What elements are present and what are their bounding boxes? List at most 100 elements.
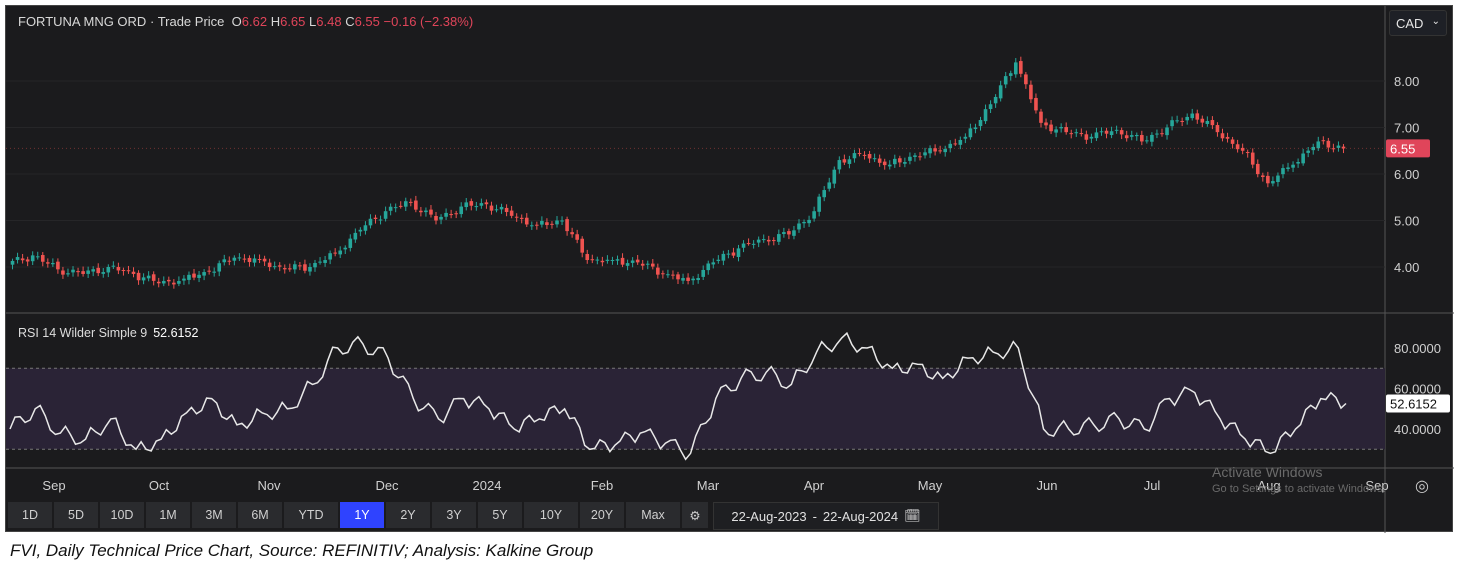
date-range-picker[interactable]: 22-Aug-2023 - 22-Aug-2024 🗓 bbox=[713, 502, 939, 530]
candle-up bbox=[751, 243, 756, 245]
candle-up bbox=[272, 266, 277, 268]
candle-down bbox=[550, 223, 554, 225]
candle-down bbox=[40, 255, 45, 262]
candle-down bbox=[1064, 127, 1068, 133]
range-button-ytd[interactable]: YTD bbox=[284, 502, 338, 528]
candle-up bbox=[353, 232, 358, 240]
candle-down bbox=[882, 161, 887, 166]
last-price-label: 6.55 bbox=[1390, 141, 1415, 156]
calendar-icon[interactable]: 🗓 bbox=[904, 508, 921, 524]
candle-up bbox=[1134, 134, 1139, 137]
close-value: 6.55 bbox=[354, 14, 380, 29]
candle-up bbox=[701, 269, 706, 277]
candle-down bbox=[46, 262, 50, 264]
price-tick: 6.00 bbox=[1394, 167, 1419, 182]
candle-down bbox=[121, 270, 126, 272]
candle-up bbox=[328, 253, 332, 260]
candle-up bbox=[1286, 167, 1290, 169]
candle-down bbox=[580, 238, 585, 253]
candle-down bbox=[1225, 136, 1230, 139]
time-tick: Apr bbox=[804, 478, 825, 493]
range-button-1d[interactable]: 1D bbox=[8, 502, 52, 528]
candle-up bbox=[802, 221, 806, 224]
candle-up bbox=[1281, 168, 1285, 175]
candle-down bbox=[1069, 133, 1074, 135]
high-label: H bbox=[270, 14, 281, 29]
rsi-tick: 40.0000 bbox=[1394, 422, 1441, 437]
candle-down bbox=[509, 210, 514, 216]
candle-down bbox=[1119, 130, 1124, 135]
candle-up bbox=[827, 182, 832, 189]
candle-up bbox=[529, 225, 534, 227]
candle-down bbox=[267, 262, 272, 268]
candle-down bbox=[545, 222, 549, 226]
candle-up bbox=[756, 239, 761, 243]
candle-up bbox=[197, 274, 201, 278]
separator: · bbox=[149, 14, 155, 29]
candle-up bbox=[1336, 145, 1341, 148]
candle-down bbox=[131, 271, 136, 274]
candle-up bbox=[711, 262, 716, 265]
candle-down bbox=[172, 282, 176, 285]
candle-down bbox=[590, 259, 595, 261]
candle-up bbox=[691, 278, 695, 281]
candle-up bbox=[222, 259, 227, 263]
candle-down bbox=[953, 143, 958, 145]
settings-gear-icon[interactable]: ⚙ bbox=[682, 502, 708, 528]
range-button-20y[interactable]: 20Y bbox=[580, 502, 624, 528]
candle-up bbox=[363, 225, 368, 231]
range-buttons: 1D 5D 10D 1M 3M 6M YTD 1Y 2Y 3Y 5Y 10Y 20Y Max ⚙ bbox=[8, 502, 708, 528]
candle-up bbox=[797, 223, 801, 230]
range-button-2y[interactable]: 2Y bbox=[386, 502, 430, 528]
candle-up bbox=[464, 202, 469, 208]
candle-up bbox=[923, 152, 927, 156]
candle-down bbox=[1230, 139, 1235, 144]
range-button-6m[interactable]: 6M bbox=[238, 502, 282, 528]
rsi-label: RSI 14 Wilder Simple 9 bbox=[18, 326, 148, 340]
time-tick: Oct bbox=[149, 478, 170, 493]
candle-up bbox=[1059, 127, 1063, 129]
candle-up bbox=[1276, 175, 1280, 183]
time-tick: Mar bbox=[697, 478, 720, 493]
candle-up bbox=[30, 255, 35, 262]
candle-up bbox=[761, 239, 766, 241]
range-button-5d[interactable]: 5D bbox=[54, 502, 98, 528]
watermark-sub: Go to Settings to activate Windows. bbox=[1212, 483, 1386, 495]
close-label: C bbox=[345, 14, 355, 29]
settings-icon: ◎ bbox=[1415, 478, 1429, 495]
currency-select[interactable]: CAD ⌄ bbox=[1389, 10, 1447, 36]
range-button-1m[interactable]: 1M bbox=[146, 502, 190, 528]
range-button-3y[interactable]: 3Y bbox=[432, 502, 476, 528]
candle-up bbox=[237, 257, 242, 259]
chart-frame: 4.00 5.00 6.00 7.00 8.00 40.0000 60.0000 80.000… bbox=[5, 5, 1454, 533]
open-value: 6.62 bbox=[241, 14, 268, 29]
candle-up bbox=[474, 206, 479, 208]
range-button-10d[interactable]: 10D bbox=[100, 502, 144, 528]
range-button-1y[interactable]: 1Y bbox=[340, 502, 384, 528]
time-tick: Feb bbox=[591, 478, 613, 493]
candle-up bbox=[645, 263, 650, 265]
range-button-10y[interactable]: 10Y bbox=[524, 502, 578, 528]
candle-up bbox=[1296, 161, 1300, 164]
candle-down bbox=[1039, 111, 1043, 123]
rsi-value-badge-label: 52.6152 bbox=[1390, 396, 1437, 411]
price-tick: 8.00 bbox=[1394, 74, 1419, 89]
candle-down bbox=[1266, 175, 1270, 184]
candle-down bbox=[156, 281, 161, 284]
candle-down bbox=[414, 200, 418, 210]
candle-down bbox=[303, 264, 307, 271]
candle-up bbox=[903, 162, 907, 164]
change-value: −0.16 (−2.38%) bbox=[383, 14, 474, 29]
range-button-max[interactable]: Max bbox=[626, 502, 680, 528]
candle-down bbox=[1180, 120, 1184, 122]
candle-down bbox=[1255, 163, 1260, 175]
range-button-3m[interactable]: 3M bbox=[192, 502, 236, 528]
candle-down bbox=[257, 259, 262, 261]
chart-canvas[interactable]: 4.00 5.00 6.00 7.00 8.00 40.0000 60.0000 80.000… bbox=[6, 6, 1454, 533]
symbol-name: FORTUNA MNG ORD bbox=[18, 14, 147, 29]
candle-up bbox=[736, 248, 741, 257]
range-button-5y[interactable]: 5Y bbox=[478, 502, 522, 528]
candle-up bbox=[141, 277, 146, 281]
candle-up bbox=[983, 109, 988, 122]
candle-up bbox=[782, 232, 786, 235]
